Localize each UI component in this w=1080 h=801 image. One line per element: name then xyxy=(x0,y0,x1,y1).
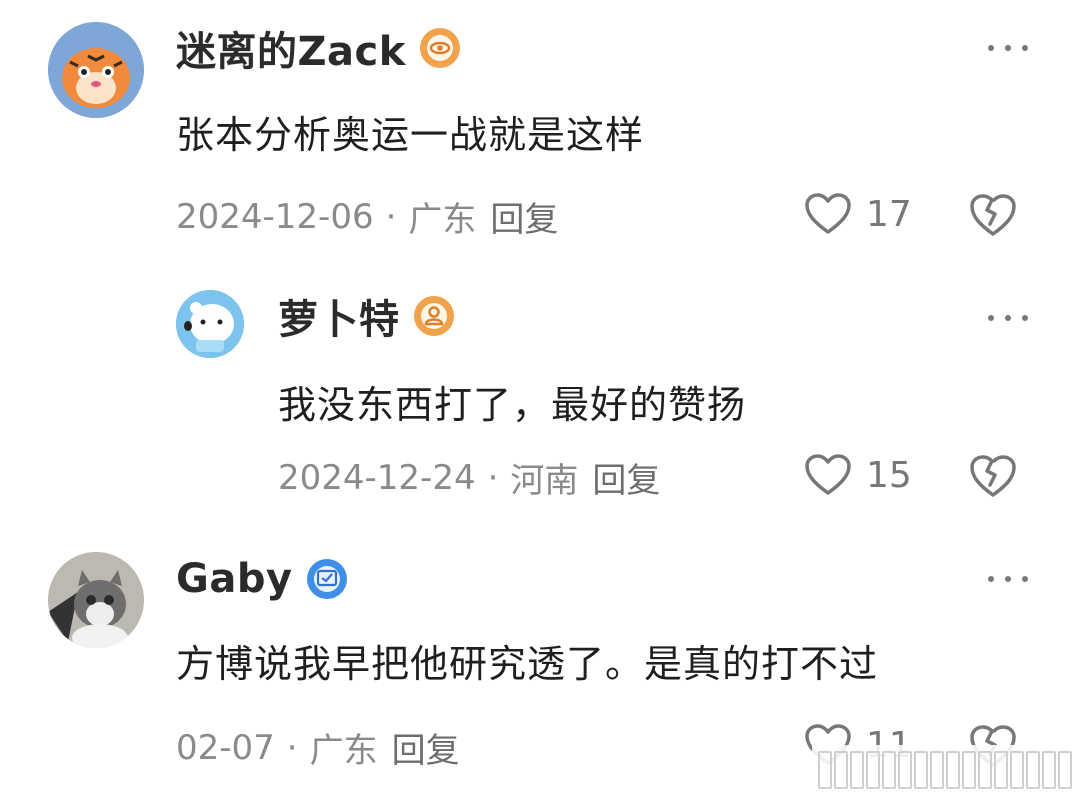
username[interactable]: 萝卜特 xyxy=(278,287,400,345)
comment-date: 2024-12-24 xyxy=(278,457,476,498)
comment-2: 萝卜特 我没东西打了，最好的赞扬 2024-12-24 · 河南 回复 15 xyxy=(0,270,1080,530)
comment-date: 02-07 xyxy=(176,727,275,768)
eye-medal-icon[interactable] xyxy=(419,28,460,68)
reply-button[interactable]: 回复 xyxy=(392,723,460,772)
broken-heart-icon xyxy=(970,455,1016,497)
like-button[interactable]: 15 xyxy=(804,453,912,497)
like-count: 17 xyxy=(866,193,912,235)
meta-separator: · xyxy=(286,727,298,768)
comment-date: 2024-12-06 xyxy=(176,196,374,237)
comment-text: 方博说我早把他研究透了。是真的打不过 xyxy=(176,642,879,686)
reply-button[interactable]: 回复 xyxy=(592,453,660,502)
dislike-button[interactable] xyxy=(968,192,1018,242)
tiger-avatar-icon xyxy=(48,22,144,118)
more-options-button[interactable] xyxy=(988,38,1028,58)
like-button[interactable]: 17 xyxy=(804,192,912,236)
avatar[interactable] xyxy=(176,290,244,358)
username[interactable]: 迷离的Zack xyxy=(176,19,406,77)
comment-location: 广东 xyxy=(309,731,378,771)
cat-avatar-icon xyxy=(48,552,144,648)
person-medal-icon[interactable] xyxy=(413,296,454,336)
reply-button[interactable]: 回复 xyxy=(490,192,558,241)
broken-heart-icon xyxy=(970,194,1016,236)
comment-text: 我没东西打了，最好的赞扬 xyxy=(278,383,747,427)
comment-text: 张本分析奥运一战就是这样 xyxy=(176,113,645,157)
watermark xyxy=(812,745,1072,795)
avatar[interactable] xyxy=(48,552,144,648)
more-options-button[interactable] xyxy=(988,308,1028,328)
like-count: 15 xyxy=(866,454,912,496)
verified-chat-icon[interactable] xyxy=(306,559,347,599)
dislike-button[interactable] xyxy=(968,453,1018,503)
comment-location: 河南 xyxy=(510,461,579,501)
heart-icon xyxy=(805,454,851,495)
username[interactable]: Gaby xyxy=(176,556,293,602)
comment-1: 迷离的Zack 张本分析奥运一战就是这样 2024-12-06 · 广东 回复 … xyxy=(0,0,1080,260)
comment-location: 广东 xyxy=(408,200,477,240)
avatar[interactable] xyxy=(48,22,144,118)
more-options-button[interactable] xyxy=(988,569,1028,589)
heart-icon xyxy=(805,193,851,234)
meta-separator: · xyxy=(385,196,397,237)
meta-separator: · xyxy=(487,457,499,498)
bear-avatar-icon xyxy=(176,290,244,358)
